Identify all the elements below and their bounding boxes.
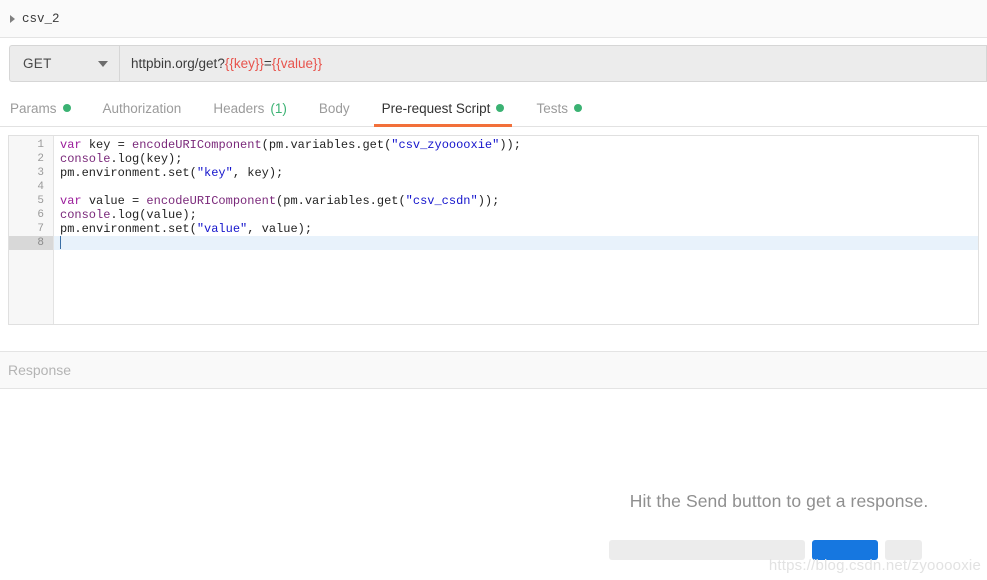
response-body-empty: Hit the Send button to get a response. h…	[0, 389, 987, 580]
tab-pre-request-script[interactable]: Pre-request Script	[366, 90, 521, 127]
request-tab-label: csv_2	[22, 11, 60, 26]
postman-request-pane: csv_2 GET httpbin.org/get? {{key}} = {{valu…	[0, 0, 987, 580]
url-static-part: httpbin.org/get?	[131, 56, 225, 71]
tab-authorization[interactable]: Authorization	[87, 90, 198, 126]
url-input[interactable]: httpbin.org/get? {{key}} = {{value}}	[119, 45, 987, 82]
code-token: (	[261, 138, 269, 152]
code-token: console	[60, 152, 111, 166]
code-token: pm.environment.set(	[60, 222, 197, 236]
code-token: ));	[499, 138, 521, 152]
response-empty-message: Hit the Send button to get a response.	[629, 491, 929, 511]
code-line[interactable]: var value = encodeURIComponent(pm.variab…	[54, 194, 978, 208]
http-method-label: GET	[23, 56, 52, 71]
code-token: .variables.get(	[283, 138, 392, 152]
tab-status-dot-icon	[496, 104, 505, 112]
line-number: 4	[37, 181, 44, 193]
code-token: encodeURIComponent	[146, 194, 277, 208]
line-number: 6	[37, 209, 44, 221]
code-token: pm	[268, 138, 284, 152]
code-line[interactable]: var key = encodeURIComponent(pm.variable…	[54, 138, 978, 152]
response-label: Response	[8, 362, 72, 378]
code-token: key =	[88, 138, 133, 152]
tab-body[interactable]: Body	[303, 90, 366, 126]
http-method-select[interactable]: GET	[9, 45, 119, 82]
code-token: "csv_csdn"	[405, 194, 478, 208]
code-line[interactable]: pm.environment.set("value", value);	[54, 222, 978, 236]
line-number: 1	[37, 139, 44, 151]
tab-label: Body	[318, 100, 350, 116]
code-token: , key);	[232, 166, 284, 180]
code-token: (pm.variables.get(	[276, 194, 406, 208]
code-token: var	[60, 138, 89, 152]
line-number: 3	[37, 167, 44, 179]
code-line[interactable]: pm.environment.set("key", key);	[54, 166, 978, 180]
code-token: .log(key);	[110, 152, 183, 166]
tab-label: Pre-request Script	[381, 100, 491, 116]
tab-tests[interactable]: Tests	[520, 90, 598, 126]
code-token: "csv_zyooooxie"	[391, 138, 500, 152]
line-number: 8	[9, 236, 53, 250]
caret-down-icon[interactable]	[98, 60, 108, 67]
triangle-right-icon[interactable]	[10, 14, 15, 23]
line-number: 7	[37, 223, 44, 235]
response-empty-state: Hit the Send button to get a response.	[609, 491, 949, 560]
code-token: console	[60, 208, 111, 222]
tab-headers[interactable]: Headers (1)	[197, 90, 303, 126]
request-tab-strip: csv_2	[0, 0, 987, 38]
tab-label: Headers	[213, 100, 265, 116]
pre-request-script-editor[interactable]: 12345678 var key = encodeURIComponent(pm…	[8, 135, 979, 325]
request-section-tabs: Params Authorization Headers (1) Body Pre-req…	[0, 90, 987, 127]
tab-label: Params	[10, 100, 57, 116]
url-variable-key: {{key}}	[224, 56, 264, 71]
code-line[interactable]: console.log(value);	[54, 208, 978, 222]
response-header-bar: Response	[0, 351, 987, 389]
tab-count-badge: (1)	[270, 100, 287, 116]
editor-code-area[interactable]: var key = encodeURIComponent(pm.variable…	[54, 136, 978, 324]
url-variable-value: {{value}}	[271, 56, 323, 71]
code-line[interactable]	[54, 180, 978, 194]
tab-label: Tests	[536, 100, 568, 116]
code-token: encodeURIComponent	[132, 138, 262, 152]
code-token: value =	[88, 194, 147, 208]
code-token: .log(value);	[110, 208, 197, 222]
url-bar: GET httpbin.org/get? {{key}} = {{value}}	[0, 38, 987, 90]
code-token: ));	[477, 194, 500, 208]
code-line[interactable]: console.log(key);	[54, 152, 978, 166]
tab-params[interactable]: Params	[10, 90, 87, 126]
code-token: "key"	[196, 166, 233, 180]
editor-line-number-gutter: 1 2 3 4 5 6 78	[9, 136, 54, 324]
code-line[interactable]	[54, 236, 978, 250]
url-equals: =	[263, 56, 272, 71]
code-token: var	[60, 194, 89, 208]
tab-label: Authorization	[102, 100, 182, 116]
tab-status-dot-icon	[62, 104, 71, 112]
watermark-text: https://blog.csdn.net/zyooooxie	[768, 557, 981, 574]
line-number: 2	[37, 153, 44, 165]
line-number: 5	[37, 195, 44, 207]
code-token: "value"	[196, 222, 248, 236]
tab-status-dot-icon	[573, 104, 582, 112]
request-tab-csv_2[interactable]: csv_2	[10, 12, 60, 26]
code-token: pm.environment.set(	[60, 166, 197, 180]
code-token: , value);	[247, 222, 313, 236]
